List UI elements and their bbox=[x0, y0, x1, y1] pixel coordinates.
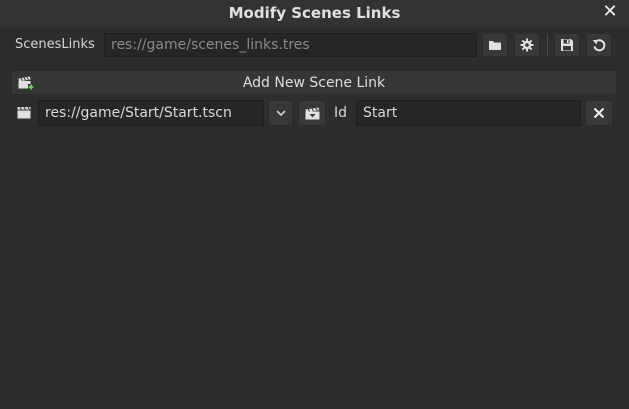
sceneslinks-path-value: res://game/scenes_links.tres bbox=[111, 37, 310, 53]
save-button[interactable] bbox=[554, 33, 580, 57]
add-new-scene-link-label: Add New Scene Link bbox=[242, 75, 386, 91]
gear-icon bbox=[520, 38, 534, 52]
reload-icon bbox=[592, 39, 606, 52]
scene-id-field[interactable]: Start bbox=[356, 100, 581, 126]
scene-id-value: Start bbox=[363, 105, 398, 121]
modify-scenes-links-dialog: Modify Scenes Links ✕ ScenesLinks res://… bbox=[0, 0, 629, 409]
instance-scene-button[interactable] bbox=[298, 100, 326, 126]
remove-scene-link-button[interactable] bbox=[585, 100, 613, 126]
open-folder-button[interactable] bbox=[482, 33, 508, 57]
save-icon bbox=[561, 39, 573, 51]
chevron-down-icon bbox=[275, 110, 286, 116]
instance-scene-icon bbox=[305, 107, 319, 119]
sceneslinks-label: ScenesLinks bbox=[15, 37, 95, 52]
scene-path-dropdown-button[interactable] bbox=[268, 100, 293, 126]
close-icon[interactable]: ✕ bbox=[601, 3, 619, 21]
remove-icon bbox=[593, 107, 605, 119]
scene-path-value: res://game/Start/Start.tscn bbox=[45, 105, 232, 121]
add-new-scene-link-button[interactable]: Add New Scene Link bbox=[11, 70, 617, 95]
dialog-titlebar: Modify Scenes Links ✕ bbox=[0, 0, 629, 28]
toolbar-separator bbox=[547, 34, 548, 56]
clapperboard-icon bbox=[17, 106, 31, 119]
scene-path-field[interactable]: res://game/Start/Start.tscn bbox=[38, 100, 264, 126]
reload-button[interactable] bbox=[586, 33, 612, 57]
settings-button[interactable] bbox=[514, 33, 540, 57]
folder-icon bbox=[489, 41, 501, 50]
sceneslinks-path-field[interactable]: res://game/scenes_links.tres bbox=[104, 33, 477, 57]
dialog-title: Modify Scenes Links bbox=[228, 4, 401, 22]
id-label: Id bbox=[334, 105, 348, 121]
